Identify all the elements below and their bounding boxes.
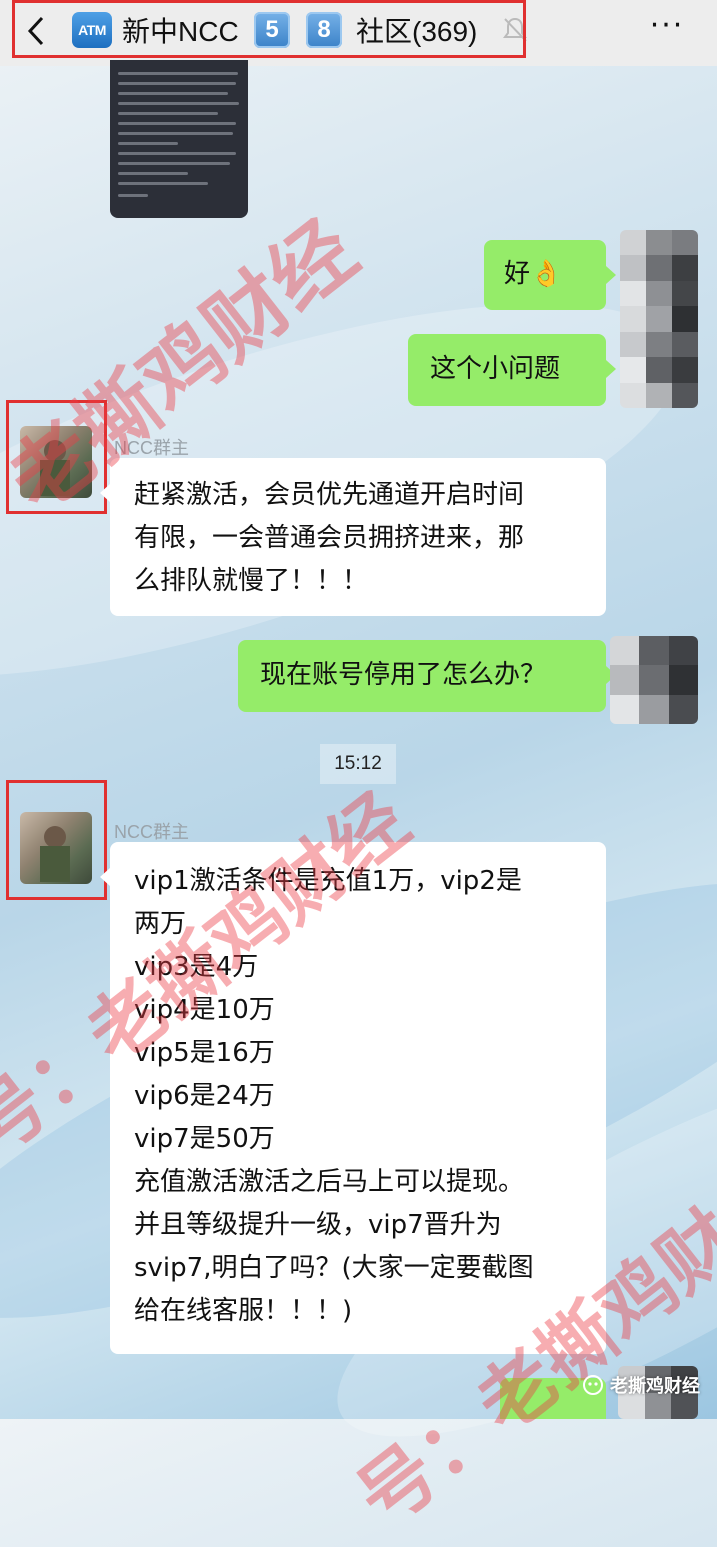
message-line: 充值激活激活之后马上可以提现。 xyxy=(134,1167,525,1197)
bubble-tail xyxy=(100,484,110,502)
sender-name: NCC群主 xyxy=(114,822,189,842)
sender-name: NCC群主 xyxy=(114,438,189,458)
message-line: 两万 xyxy=(134,909,187,939)
message-line: vip3是4万 xyxy=(134,952,259,982)
message-line: vip5是16万 xyxy=(134,1038,275,1068)
message-line: 有限，一会普通会员拥挤进来，那 xyxy=(134,523,525,553)
message-line: 给在线客服！！！) xyxy=(134,1296,353,1326)
bubble-tail xyxy=(606,360,616,378)
avatar[interactable] xyxy=(20,426,92,498)
message-line: vip6是24万 xyxy=(134,1081,275,1111)
message-text: 好👌 xyxy=(504,259,563,289)
atm-icon: ATM xyxy=(72,12,112,48)
message-text: 现在账号停用了怎么办？ xyxy=(260,660,547,690)
brand-text: 老撕鸡财经 xyxy=(610,1376,700,1397)
message-line: vip7是50万 xyxy=(134,1124,275,1154)
message-line: vip1激活条件是充值1万，vip2是 xyxy=(134,866,522,896)
keycap-eight-icon: 8 xyxy=(306,12,342,48)
avatar[interactable] xyxy=(20,812,92,884)
message-bubble-outgoing[interactable]: 好👌 xyxy=(484,240,606,310)
chat-header: ATM 新中NCC 5 8 社区(369) ··· xyxy=(0,0,717,66)
wechat-official-account-icon xyxy=(583,1375,603,1395)
chat-title[interactable]: 新中NCC xyxy=(122,10,239,50)
chat-title-community[interactable]: 社区(369) xyxy=(356,10,477,50)
keycap-five-icon: 5 xyxy=(254,12,290,48)
chevron-left-icon[interactable] xyxy=(22,14,52,48)
message-line: 赶紧激活，会员优先通道开启时间 xyxy=(134,480,525,510)
message-bubble-incoming[interactable]: 赶紧激活，会员优先通道开启时间 有限，一会普通会员拥挤进来，那 么排队就慢了！！… xyxy=(110,458,606,616)
more-options-icon[interactable]: ··· xyxy=(648,11,686,44)
avatar-pixelated[interactable] xyxy=(620,230,698,408)
bell-muted-icon xyxy=(503,17,527,42)
message-line: svip7,明白了吗？(大家一定要截图 xyxy=(134,1253,534,1283)
bubble-tail xyxy=(606,266,616,284)
message-line: vip4是10万 xyxy=(134,995,275,1025)
brand-label: 老撕鸡财经 xyxy=(582,1372,700,1398)
message-bubble-outgoing[interactable]: 现在账号停用了怎么办？ xyxy=(238,640,606,712)
message-line: 并且等级提升一级，vip7晋升为 xyxy=(134,1210,502,1240)
message-text: 这个小问题 xyxy=(430,354,561,384)
message-line: 么排队就慢了！！！ xyxy=(134,566,369,596)
message-bubble-outgoing[interactable]: 这个小问题 xyxy=(408,334,606,406)
image-message[interactable] xyxy=(110,60,248,218)
bubble-tail xyxy=(100,868,110,886)
avatar-pixelated[interactable] xyxy=(610,636,698,724)
timestamp: 15:12 xyxy=(320,744,396,784)
message-bubble-incoming[interactable]: vip1激活条件是充值1万，vip2是 两万 vip3是4万 vip4是10万 … xyxy=(110,842,606,1354)
